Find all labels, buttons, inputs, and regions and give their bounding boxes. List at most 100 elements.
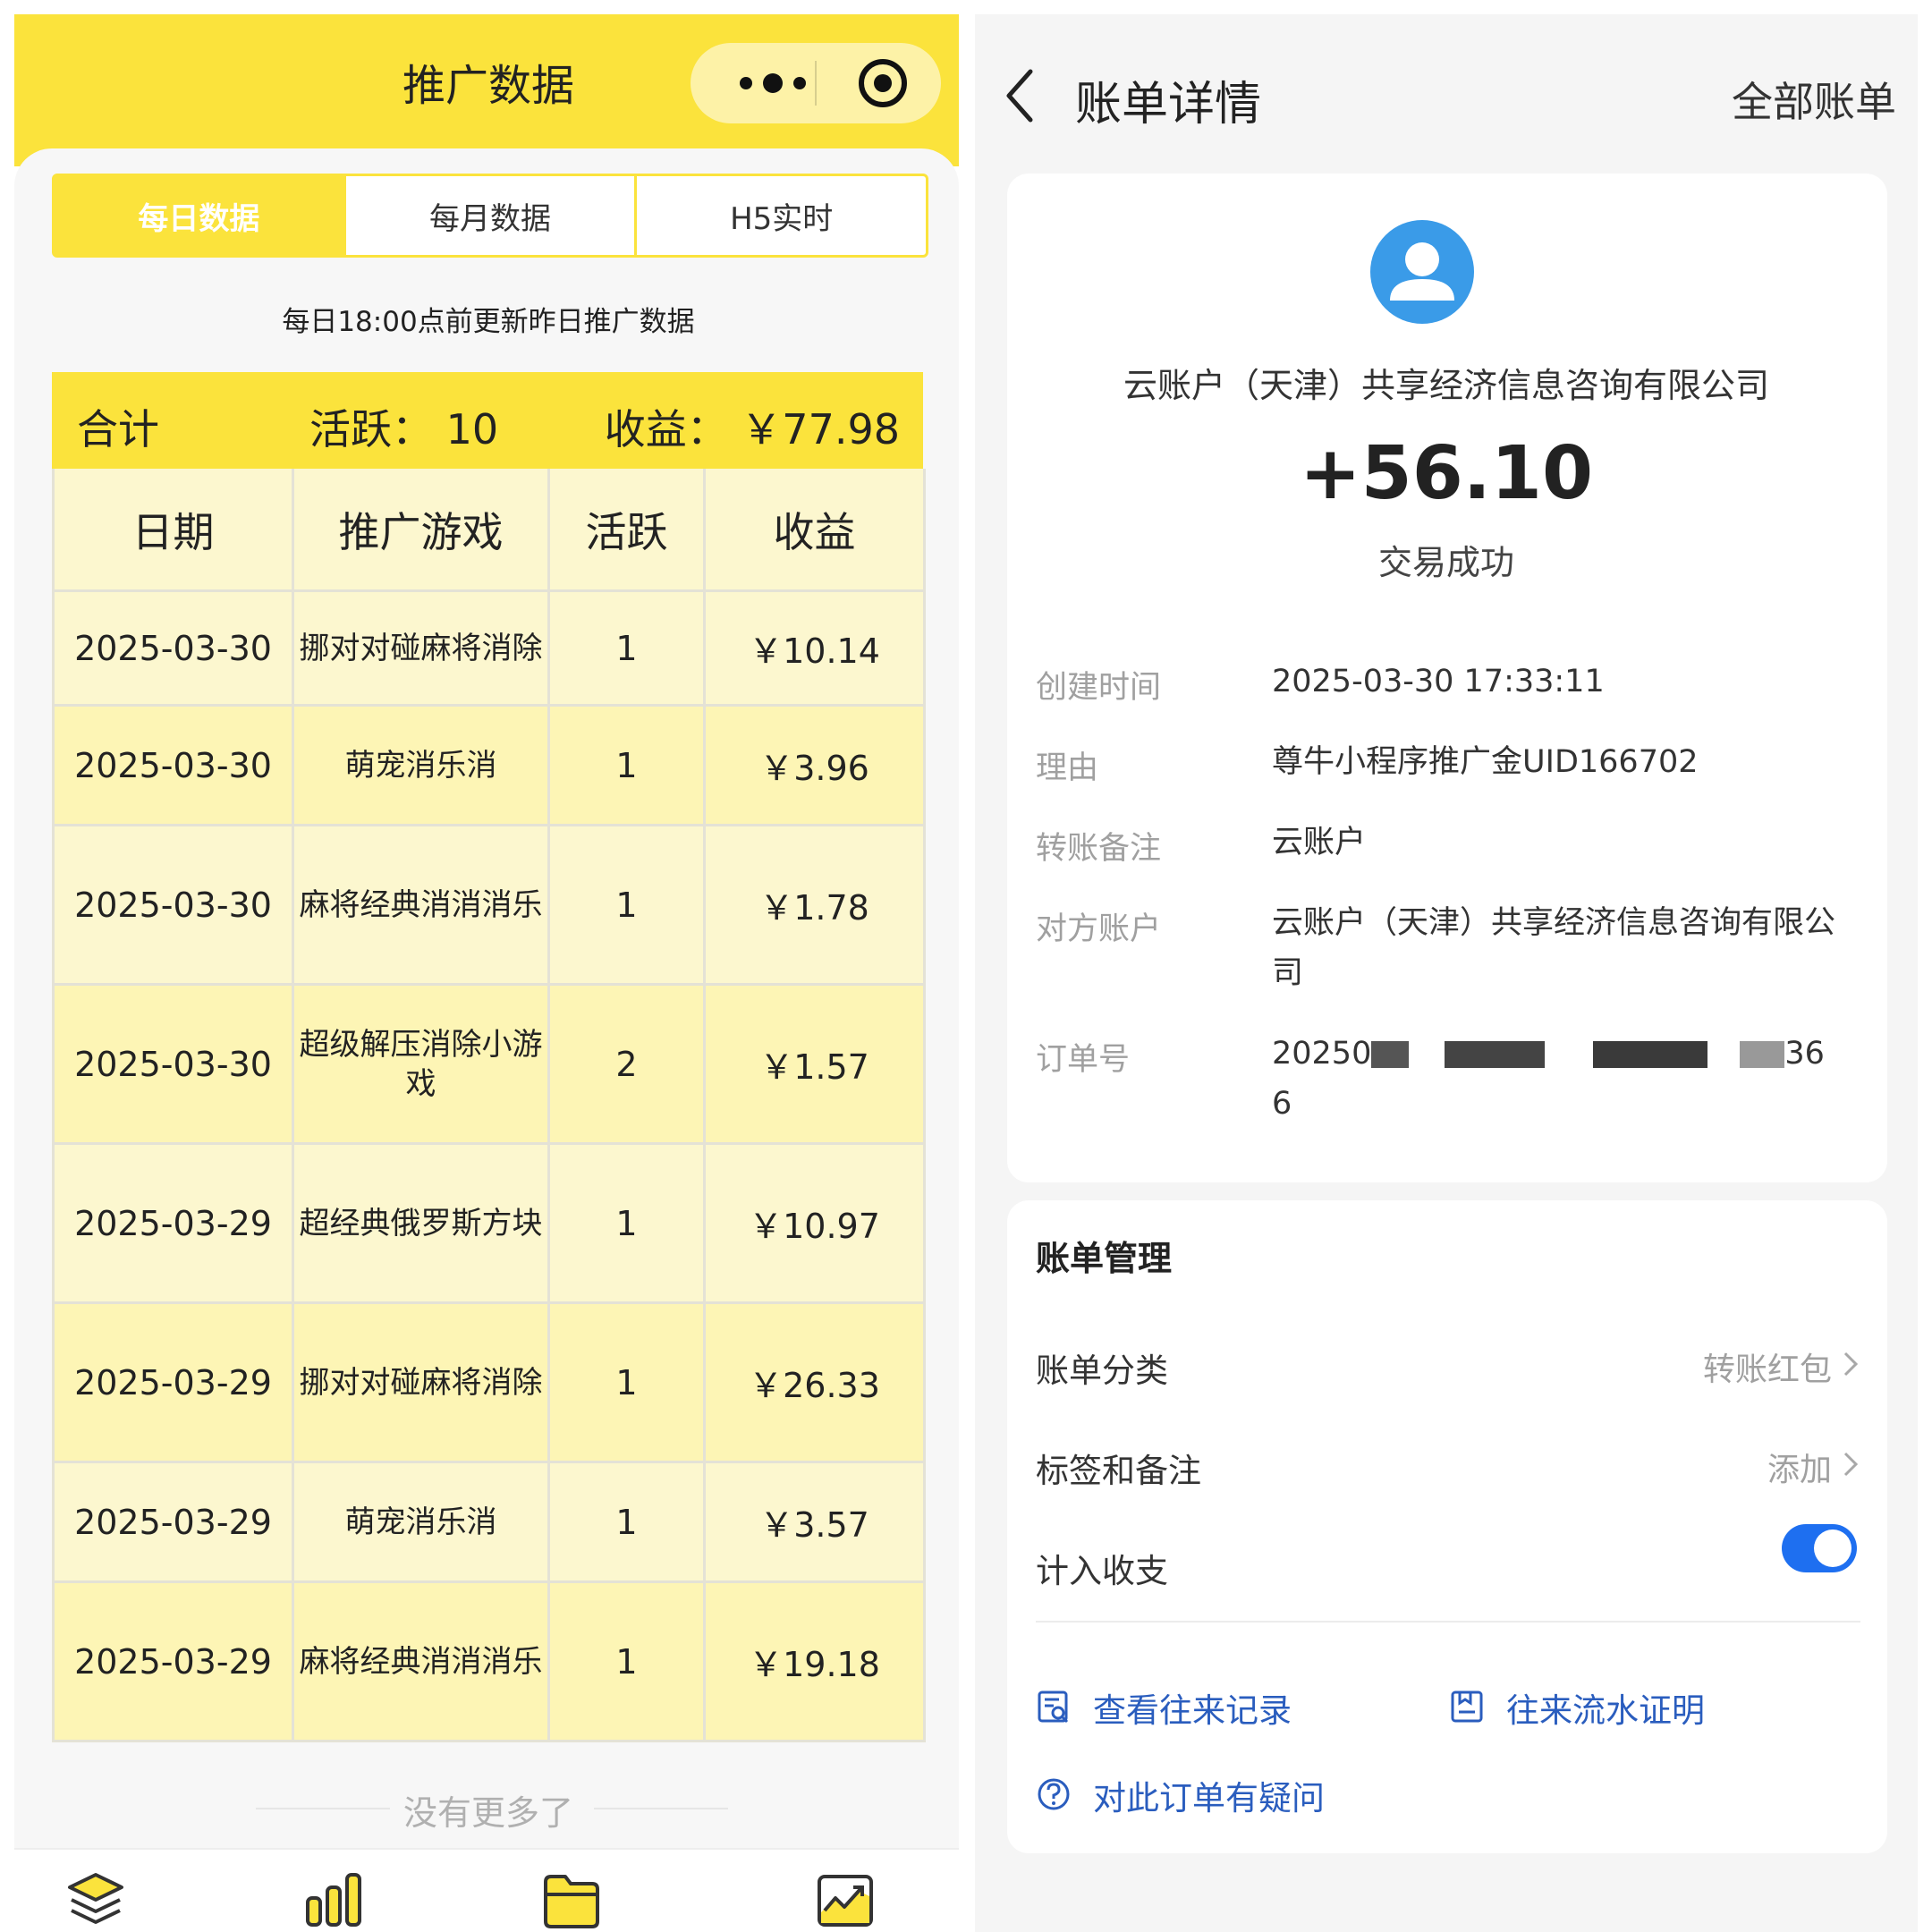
table-row: 2025-03-30 超级解压消除小游戏 2 ￥1.57 [52, 983, 926, 1145]
bill-category-label: 账单分类 [1036, 1352, 1168, 1390]
cell-game: 超级解压消除小游戏 [292, 983, 550, 1145]
no-more-text: 没有更多了 [402, 1793, 573, 1833]
order-number-value: 20250 36 6 [1272, 1029, 1844, 1129]
close-target-icon[interactable] [857, 57, 909, 109]
cell-revenue: ￥1.57 [703, 983, 926, 1145]
cell-game: 萌宠消乐消 [292, 704, 550, 826]
cell-revenue: ￥1.78 [703, 824, 926, 986]
cell-revenue: ￥3.96 [703, 704, 926, 826]
all-bills-link[interactable]: 全部账单 [1732, 70, 1896, 129]
cell-active: 1 [547, 1142, 706, 1304]
cell-game: 麻将经典消消消乐 [292, 824, 550, 986]
cell-active: 1 [547, 824, 706, 986]
counterparty-name: 云账户（天津）共享经济信息咨询有限公司 [1123, 366, 1769, 405]
cell-revenue: ￥10.14 [703, 589, 926, 707]
cell-date: 2025-03-30 [52, 824, 294, 986]
table-row: 2025-03-30 麻将经典消消消乐 1 ￥1.78 [52, 824, 926, 986]
column-header-active: 活跃 [547, 469, 706, 592]
data-table: 日期 推广游戏 活跃 收益 2025-03-30 挪对对碰麻将消除 1 ￥10.… [52, 469, 926, 1742]
reason-value: 尊牛小程序推广金UID166702 [1272, 744, 1699, 780]
table-row: 2025-03-30 萌宠消乐消 1 ￥3.96 [52, 704, 926, 826]
transaction-amount: +56.10 [1299, 431, 1594, 516]
bill-detail-screen: 账单详情 全部账单 云账户（天津）共享经济信息咨询有限公司 +56.10 交易成… [975, 14, 1918, 1932]
cell-game: 超经典俄罗斯方块 [292, 1142, 550, 1304]
order-question-link[interactable]: 对此订单有疑问 [1093, 1771, 1325, 1819]
created-time-value: 2025-03-30 17:33:11 [1272, 664, 1605, 699]
include-in-balance-toggle[interactable] [1782, 1524, 1857, 1572]
created-time-label: 创建时间 [1036, 670, 1162, 706]
reason-label: 理由 [1036, 750, 1099, 786]
tab-bar: 每日数据 每月数据 H5实时 [52, 174, 928, 258]
cell-date: 2025-03-30 [52, 589, 294, 707]
cell-revenue: ￥10.97 [703, 1142, 926, 1304]
counterparty-account-label: 对方账户 [1036, 911, 1162, 947]
tags-notes-add[interactable]: 添加 [1767, 1444, 1832, 1490]
tab-daily[interactable]: 每日数据 [55, 176, 343, 255]
cell-date: 2025-03-29 [52, 1301, 294, 1463]
record-list-icon[interactable] [1036, 1689, 1072, 1724]
cell-active: 1 [547, 1301, 706, 1463]
tab-monthly[interactable]: 每月数据 [343, 176, 635, 255]
bill-management-card [1007, 1200, 1887, 1853]
bottom-nav [14, 1848, 959, 1932]
statement-proof-link[interactable]: 往来流水证明 [1506, 1683, 1705, 1732]
trend-chart-icon[interactable] [814, 1869, 877, 1932]
cell-revenue: ￥19.18 [703, 1580, 926, 1742]
chevron-right-icon[interactable] [1843, 1451, 1859, 1478]
cell-active: 1 [547, 1580, 706, 1742]
tags-notes-label: 标签和备注 [1036, 1452, 1201, 1490]
help-question-icon[interactable] [1036, 1776, 1072, 1812]
cell-game: 挪对对碰麻将消除 [292, 589, 550, 707]
order-number-prefix: 20250 [1272, 1036, 1372, 1072]
capsule-divider [815, 61, 817, 106]
totals-bar: 合计 活跃： 10 收益： ￥77.98 [52, 372, 923, 469]
redacted-block [1740, 1041, 1785, 1068]
table-header: 日期 推广游戏 活跃 收益 [52, 469, 926, 592]
back-arrow-icon[interactable] [1002, 66, 1038, 125]
cell-revenue: ￥3.57 [703, 1461, 926, 1583]
cell-date: 2025-03-30 [52, 704, 294, 826]
include-in-balance-label: 计入收支 [1036, 1552, 1168, 1590]
table-row: 2025-03-29 麻将经典消消消乐 1 ￥19.18 [52, 1580, 926, 1742]
redacted-block [1371, 1041, 1410, 1068]
counterparty-account-value: 云账户（天津）共享经济信息咨询有限公司 [1272, 905, 1836, 991]
cell-date: 2025-03-29 [52, 1142, 294, 1304]
cell-active: 2 [547, 983, 706, 1145]
bar-chart-icon[interactable] [302, 1869, 365, 1932]
more-icon[interactable] [728, 68, 818, 98]
page-title: 账单详情 [1075, 78, 1262, 131]
column-header-game: 推广游戏 [292, 469, 550, 592]
view-history-link[interactable]: 查看往来记录 [1093, 1683, 1292, 1732]
avatar [1370, 220, 1474, 324]
tab-h5-realtime[interactable]: H5实时 [634, 176, 926, 255]
cell-game: 萌宠消乐消 [292, 1461, 550, 1583]
cell-game: 挪对对碰麻将消除 [292, 1301, 550, 1463]
promotion-data-screen: 推广数据 每日数据 每月数据 H5实时 每日18:00点前更新昨日推广数据 合计… [14, 14, 959, 1932]
management-heading: 账单管理 [1036, 1239, 1173, 1278]
cell-date: 2025-03-29 [52, 1580, 294, 1742]
totals-label: 合计 [77, 405, 159, 453]
column-header-revenue: 收益 [703, 469, 926, 592]
cell-active: 1 [547, 1461, 706, 1583]
toggle-knob [1814, 1530, 1852, 1567]
update-note: 每日18:00点前更新昨日推广数据 [282, 306, 695, 338]
folder-icon[interactable] [540, 1869, 603, 1932]
bill-category-value[interactable]: 转账红包 [1703, 1343, 1832, 1390]
cell-revenue: ￥26.33 [703, 1301, 926, 1463]
transfer-note-label: 转账备注 [1036, 831, 1162, 867]
cell-game: 麻将经典消消消乐 [292, 1580, 550, 1742]
totals-revenue: 收益： ￥77.98 [604, 405, 900, 453]
cell-date: 2025-03-30 [52, 983, 294, 1145]
layers-icon[interactable] [64, 1869, 127, 1932]
divider-right [594, 1808, 728, 1809]
section-divider [1036, 1621, 1860, 1623]
statement-icon[interactable] [1449, 1689, 1485, 1724]
chevron-right-icon[interactable] [1843, 1351, 1859, 1377]
totals-active: 活跃： 10 [309, 405, 499, 453]
column-header-date: 日期 [52, 469, 294, 592]
transfer-note-value: 云账户 [1272, 825, 1367, 860]
table-row: 2025-03-29 挪对对碰麻将消除 1 ￥26.33 [52, 1301, 926, 1463]
redacted-block [1445, 1041, 1546, 1068]
table-row: 2025-03-30 挪对对碰麻将消除 1 ￥10.14 [52, 589, 926, 707]
cell-active: 1 [547, 704, 706, 826]
